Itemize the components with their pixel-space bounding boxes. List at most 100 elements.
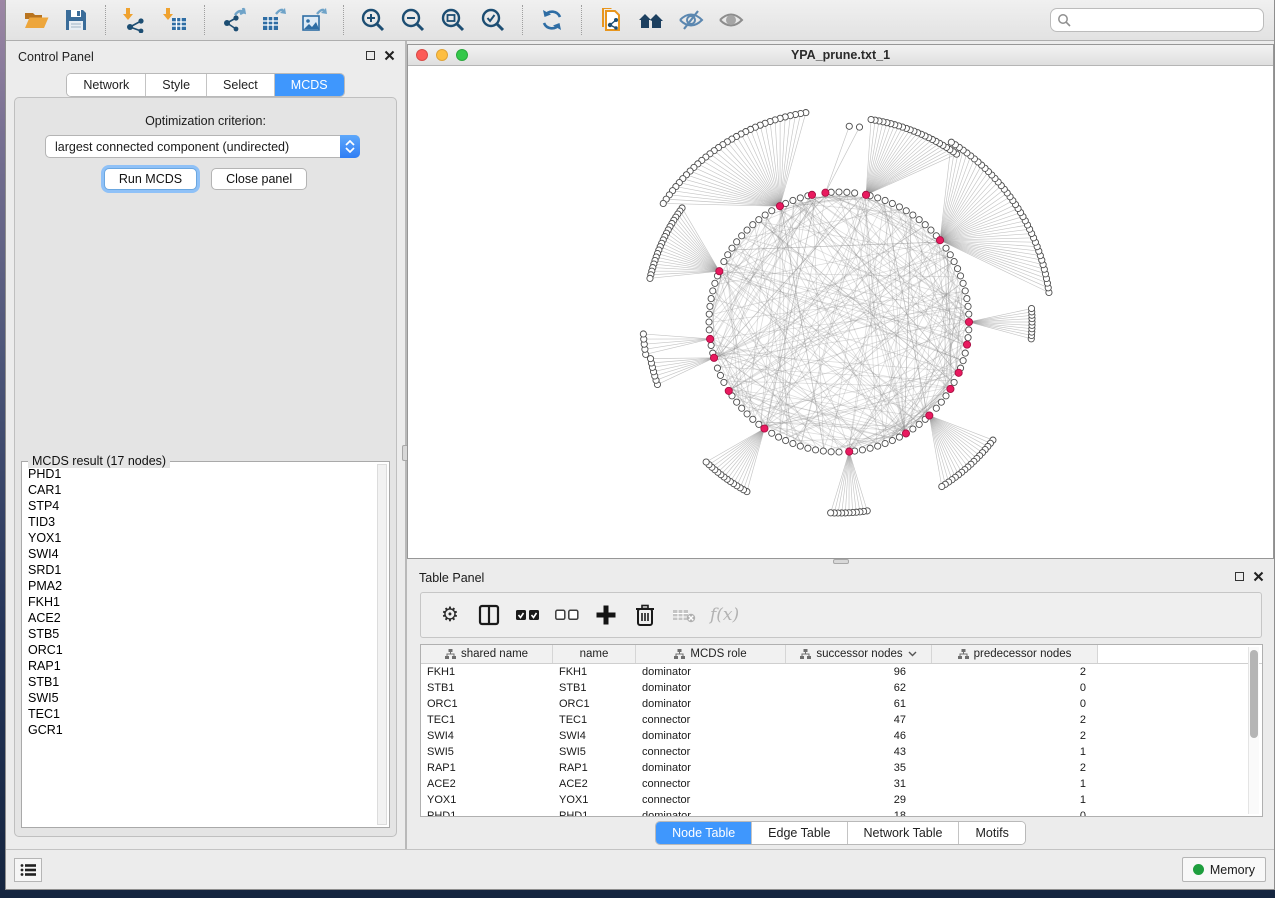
mcds-result-item[interactable]: PHD1: [24, 466, 375, 482]
zoom-fit-icon[interactable]: [438, 5, 468, 35]
export-network-icon[interactable]: [219, 5, 249, 35]
network-node[interactable]: [790, 440, 796, 446]
cell-shared_name[interactable]: FKH1: [421, 664, 553, 680]
network-node[interactable]: [957, 273, 963, 279]
network-node[interactable]: [910, 212, 916, 218]
cell-name[interactable]: YOX1: [553, 792, 636, 808]
table-row[interactable]: PHD1PHD1dominator180: [421, 808, 1262, 817]
network-hub-node[interactable]: [822, 189, 829, 196]
cell-mcds_role[interactable]: connector: [636, 792, 786, 808]
close-panel-icon[interactable]: [1253, 571, 1264, 582]
cell-predecessor_nodes[interactable]: 2: [932, 760, 1098, 776]
mcds-result-item[interactable]: CAR1: [24, 482, 375, 498]
import-network-icon[interactable]: [120, 5, 150, 35]
network-leaf-node[interactable]: [647, 275, 653, 281]
mcds-result-item[interactable]: STB5: [24, 626, 375, 642]
table-row[interactable]: TEC1TEC1connector472: [421, 712, 1262, 728]
network-hub-node[interactable]: [846, 448, 853, 455]
tab-style[interactable]: Style: [146, 74, 207, 96]
cell-mcds_role[interactable]: dominator: [636, 664, 786, 680]
network-leaf-node[interactable]: [1028, 305, 1034, 311]
network-node[interactable]: [717, 372, 723, 378]
mcds-result-item[interactable]: GCR1: [24, 722, 375, 738]
run-mcds-button[interactable]: Run MCDS: [104, 168, 197, 190]
network-node[interactable]: [938, 399, 944, 405]
network-node[interactable]: [916, 421, 922, 427]
network-node[interactable]: [812, 447, 818, 453]
toggle-graphics-icon[interactable]: [716, 5, 746, 35]
cell-successor_nodes[interactable]: 46: [786, 728, 932, 744]
zoom-in-icon[interactable]: [358, 5, 388, 35]
mcds-result-item[interactable]: YOX1: [24, 530, 375, 546]
cell-mcds_role[interactable]: dominator: [636, 728, 786, 744]
table-row[interactable]: ACE2ACE2connector311: [421, 776, 1262, 792]
network-node[interactable]: [734, 239, 740, 245]
mcds-result-item[interactable]: SWI4: [24, 546, 375, 562]
network-hub-node[interactable]: [776, 203, 783, 210]
cell-name[interactable]: RAP1: [553, 760, 636, 776]
cell-name[interactable]: FKH1: [553, 664, 636, 680]
network-leaf-node[interactable]: [703, 459, 709, 465]
network-node[interactable]: [775, 434, 781, 440]
cell-successor_nodes[interactable]: 35: [786, 760, 932, 776]
network-node[interactable]: [960, 358, 966, 364]
network-node[interactable]: [790, 197, 796, 203]
network-hub-node[interactable]: [936, 237, 943, 244]
cell-name[interactable]: TEC1: [553, 712, 636, 728]
network-hub-node[interactable]: [808, 191, 815, 198]
network-node[interactable]: [706, 311, 712, 317]
column-header-successor-nodes[interactable]: successor nodes: [786, 645, 932, 663]
table-row[interactable]: SWI5SWI5connector431: [421, 744, 1262, 760]
network-node[interactable]: [706, 327, 712, 333]
cell-predecessor_nodes[interactable]: 2: [932, 664, 1098, 680]
network-node[interactable]: [744, 411, 750, 417]
table-row[interactable]: STB1STB1dominator620: [421, 680, 1262, 696]
mcds-result-item[interactable]: FKH1: [24, 594, 375, 610]
cell-mcds_role[interactable]: connector: [636, 744, 786, 760]
network-node[interactable]: [954, 266, 960, 272]
network-node[interactable]: [882, 440, 888, 446]
search-input[interactable]: [1071, 13, 1257, 27]
network-node[interactable]: [928, 227, 934, 233]
network-node[interactable]: [903, 208, 909, 214]
network-node[interactable]: [739, 233, 745, 239]
network-node[interactable]: [706, 319, 712, 325]
network-node[interactable]: [859, 447, 865, 453]
column-header-name[interactable]: name: [553, 645, 636, 663]
cell-successor_nodes[interactable]: 43: [786, 744, 932, 760]
cell-successor_nodes[interactable]: 47: [786, 712, 932, 728]
float-panel-icon[interactable]: [1235, 572, 1244, 581]
network-node[interactable]: [965, 303, 971, 309]
cell-shared_name[interactable]: SWI4: [421, 728, 553, 744]
first-neighbors-icon[interactable]: [636, 5, 666, 35]
network-node[interactable]: [756, 217, 762, 223]
network-node[interactable]: [721, 258, 727, 264]
delete-column-trash-icon[interactable]: [632, 602, 658, 628]
cell-shared_name[interactable]: ORC1: [421, 696, 553, 712]
optimization-criterion-dropdown[interactable]: largest connected component (undirected): [45, 135, 360, 158]
network-leaf-node[interactable]: [828, 510, 834, 516]
table-row[interactable]: SWI4SWI4dominator462: [421, 728, 1262, 744]
cell-predecessor_nodes[interactable]: 0: [932, 680, 1098, 696]
open-session-icon[interactable]: [21, 5, 51, 35]
mcds-result-item[interactable]: TID3: [24, 514, 375, 530]
network-node[interactable]: [820, 448, 826, 454]
cell-successor_nodes[interactable]: 29: [786, 792, 932, 808]
network-node[interactable]: [721, 379, 727, 385]
cell-successor_nodes[interactable]: 31: [786, 776, 932, 792]
table-scrollbar[interactable]: [1248, 647, 1259, 814]
add-column-icon[interactable]: [593, 602, 619, 628]
network-node[interactable]: [852, 190, 858, 196]
network-node[interactable]: [962, 350, 968, 356]
cell-shared_name[interactable]: YOX1: [421, 792, 553, 808]
cell-shared_name[interactable]: ACE2: [421, 776, 553, 792]
network-node[interactable]: [769, 430, 775, 436]
network-node[interactable]: [750, 222, 756, 228]
table-row[interactable]: RAP1RAP1dominator352: [421, 760, 1262, 776]
network-node[interactable]: [964, 295, 970, 301]
zoom-out-icon[interactable]: [398, 5, 428, 35]
network-node[interactable]: [943, 393, 949, 399]
tab-motifs[interactable]: Motifs: [959, 822, 1024, 844]
tab-select[interactable]: Select: [207, 74, 275, 96]
cell-name[interactable]: ACE2: [553, 776, 636, 792]
